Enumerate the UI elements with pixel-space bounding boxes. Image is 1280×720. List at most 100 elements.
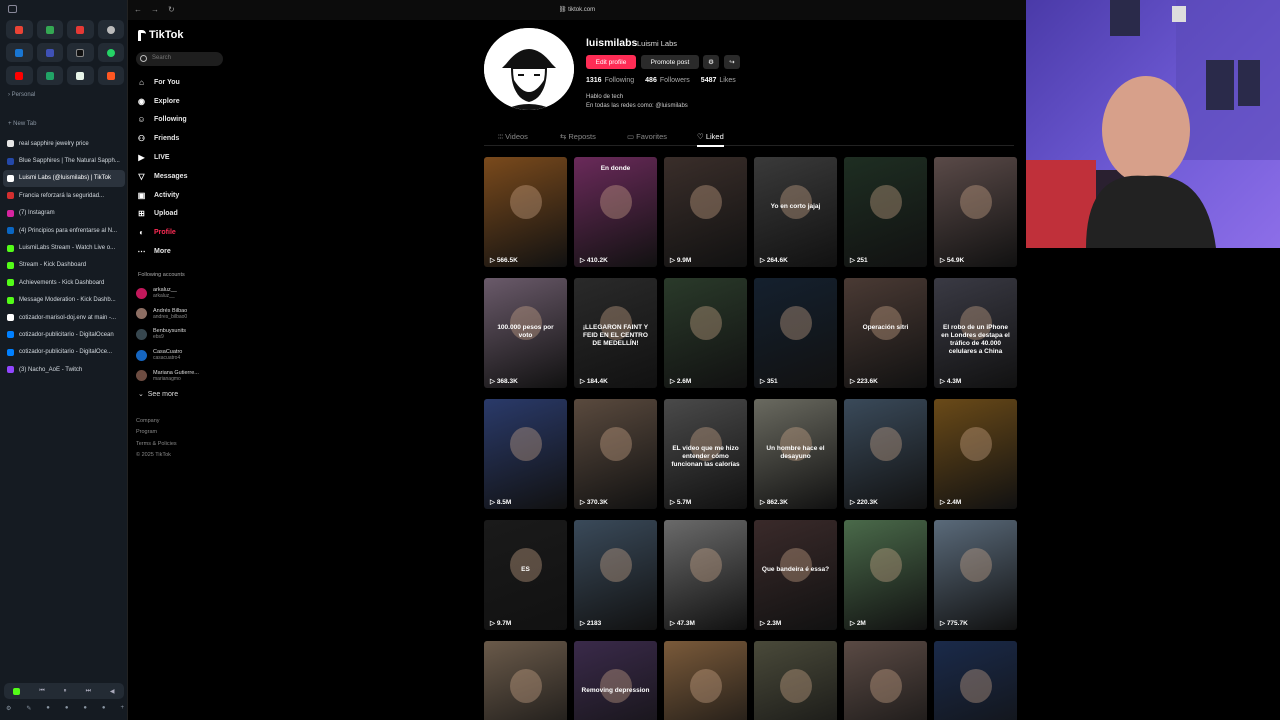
profile-avatar[interactable]	[484, 28, 574, 110]
pinned-tab[interactable]	[6, 66, 33, 85]
video-thumbnail[interactable]: Removing depression	[574, 641, 657, 720]
video-thumbnail[interactable]: ▷ 370.3K	[574, 399, 657, 509]
add-space-icon[interactable]: +	[120, 705, 124, 712]
footer-link[interactable]: Company	[136, 416, 177, 427]
promote-post-button[interactable]: Promote post	[641, 55, 699, 69]
pinned-tab[interactable]	[67, 66, 94, 85]
pinned-tab[interactable]	[6, 20, 33, 39]
following-account[interactable]: arkaluz__ arkaluz__	[136, 283, 228, 304]
video-thumbnail[interactable]: Que bandeira é essa? ▷ 2.3M	[754, 520, 837, 630]
nav-item[interactable]: ⌂ For You	[136, 73, 226, 92]
browser-tab[interactable]: Francia reforzará la seguridad...	[3, 187, 125, 204]
pinned-tab[interactable]	[97, 43, 124, 62]
browser-tab[interactable]: cotizador-marisol-doj.env at main -...	[3, 309, 125, 326]
video-thumbnail[interactable]	[844, 641, 927, 720]
space-dot-icon[interactable]: ●	[65, 705, 69, 712]
share-profile-button[interactable]: ↪	[724, 55, 740, 69]
video-thumbnail[interactable]: En donde ▷ 410.2K	[574, 157, 657, 267]
browser-tab[interactable]: LuismiLabs Stream - Watch Live o...	[3, 239, 125, 256]
following-account[interactable]: CasaCuatro casacuatro4	[136, 345, 228, 366]
pinned-tab[interactable]	[36, 43, 63, 62]
video-thumbnail[interactable]: ▷ 2.6M	[664, 278, 747, 388]
nav-item[interactable]: ◉ Explore	[136, 92, 226, 111]
following-account[interactable]: Andrés Bilbao andres_bilbao0	[136, 304, 228, 325]
browser-tab[interactable]: Blue Sapphires | The Natural Sapph...	[3, 152, 125, 169]
pinned-tab[interactable]	[36, 20, 63, 39]
pinned-tab[interactable]	[36, 66, 63, 85]
following-account[interactable]: Mariana Gutierre... marianagmo	[136, 365, 228, 386]
browser-tab[interactable]: Achievements - Kick Dashboard	[3, 274, 125, 291]
video-thumbnail[interactable]: ▷ 251	[844, 157, 927, 267]
sidebar-toggle-icon[interactable]	[8, 5, 17, 13]
followers-stat[interactable]: 486 Followers	[645, 77, 690, 84]
nav-item[interactable]: ☺ Following	[136, 111, 226, 130]
video-thumbnail[interactable]: El robo de un iPhone en Londres destapa …	[934, 278, 1017, 388]
browser-tab[interactable]: (4) Principios para enfrentarse al N...	[3, 222, 125, 239]
next-icon[interactable]: ⏭	[86, 688, 91, 695]
see-more-button[interactable]: ⌄ See more	[138, 390, 178, 398]
edit-profile-button[interactable]: Edit profile	[586, 55, 636, 69]
nav-item[interactable]: ▶ LIVE	[136, 148, 226, 167]
video-thumbnail[interactable]: ▷ 566.5K	[484, 157, 567, 267]
nav-item[interactable]: ▣ Activity	[136, 186, 226, 205]
pinned-tab[interactable]	[97, 20, 124, 39]
nav-item[interactable]: ⋯ More	[136, 242, 226, 261]
nav-item[interactable]: ▽ Messages	[136, 167, 226, 186]
search-input[interactable]: Search	[136, 52, 223, 66]
nav-item[interactable]: ⚇ Friends	[136, 129, 226, 148]
nav-item[interactable]: ◐ Profile	[136, 223, 226, 242]
edit-icon[interactable]: ✎	[26, 705, 31, 712]
footer-link[interactable]: Program	[136, 427, 177, 438]
footer-link[interactable]: Terms & Policies	[136, 439, 177, 450]
video-thumbnail[interactable]: ▷ 775.7K	[934, 520, 1017, 630]
browser-tab[interactable]: (7) Instagram	[3, 205, 125, 222]
pinned-tab[interactable]	[97, 66, 124, 85]
video-thumbnail[interactable]	[934, 641, 1017, 720]
video-thumbnail[interactable]	[664, 641, 747, 720]
browser-tab[interactable]: (3) Nacho_AoE - Twitch	[3, 361, 125, 378]
browser-tab[interactable]: Message Moderation - Kick Dashb...	[3, 292, 125, 309]
tab-videos[interactable]: ⦙⦙⦙ Videos	[498, 132, 528, 142]
pinned-tab[interactable]	[6, 43, 33, 62]
video-thumbnail[interactable]	[754, 641, 837, 720]
tab-favorites[interactable]: ▭ Favorites	[627, 132, 667, 141]
pinned-tab[interactable]	[67, 20, 94, 39]
settings-button[interactable]: ⚙	[703, 55, 719, 69]
video-thumbnail[interactable]: ▷ 54.9K	[934, 157, 1017, 267]
tab-liked[interactable]: ♡ Liked	[697, 132, 724, 147]
space-label[interactable]: › Personal	[8, 92, 35, 98]
video-thumbnail[interactable]: ▷ 351	[754, 278, 837, 388]
video-thumbnail[interactable]: ▷ 2.4M	[934, 399, 1017, 509]
nav-item[interactable]: ⊞ Upload	[136, 205, 226, 224]
tab-reposts[interactable]: ⇆ Reposts	[560, 132, 596, 141]
video-thumbnail[interactable]	[484, 641, 567, 720]
video-thumbnail[interactable]: ES ▷ 9.7M	[484, 520, 567, 630]
pause-icon[interactable]: ⏸	[64, 688, 67, 695]
following-stat[interactable]: 1316 Following	[586, 77, 634, 84]
browser-tab[interactable]: real sapphire jewelry price	[3, 135, 125, 152]
video-thumbnail[interactable]: ▷ 220.3K	[844, 399, 927, 509]
video-thumbnail[interactable]: 100.000 pesos por voto ▷ 368.3K	[484, 278, 567, 388]
video-thumbnail[interactable]: ▷ 8.5M	[484, 399, 567, 509]
video-thumbnail[interactable]: Un hombre hace el desayuno ▷ 862.3K	[754, 399, 837, 509]
url-bar[interactable]: ⛓ tiktok.com	[128, 6, 1026, 13]
browser-tab[interactable]: cotizador-publicitario - DigitalOcean	[3, 326, 125, 343]
settings-icon[interactable]: ⚙	[6, 705, 11, 712]
browser-tab[interactable]: cotizador-publicitario - DigitalOce...	[3, 344, 125, 361]
space-dot-icon[interactable]: ●	[46, 705, 50, 712]
pinned-tab[interactable]	[67, 43, 94, 62]
video-thumbnail[interactable]: Operación sitri ▷ 223.6K	[844, 278, 927, 388]
space-dot-icon[interactable]: ●	[102, 705, 106, 712]
video-thumbnail[interactable]: ¡LLEGARON FAINT Y FEID EN EL CENTRO DE M…	[574, 278, 657, 388]
tiktok-logo[interactable]: TikTok	[138, 29, 183, 41]
space-dot-icon[interactable]: ●	[83, 705, 87, 712]
volume-icon[interactable]: ◀	[110, 688, 115, 695]
previous-icon[interactable]: ⏮	[39, 688, 44, 695]
video-thumbnail[interactable]: ▷ 2M	[844, 520, 927, 630]
video-thumbnail[interactable]: ▷ 9.9M	[664, 157, 747, 267]
browser-tab[interactable]: Luismi Labs (@luismilabs) | TikTok	[3, 169, 125, 188]
video-thumbnail[interactable]: ▷ 2183	[574, 520, 657, 630]
new-tab-button[interactable]: + New Tab	[8, 121, 36, 127]
video-thumbnail[interactable]: Yo en corto jajaj ▷ 264.6K	[754, 157, 837, 267]
video-thumbnail[interactable]: EL video que me hizo entender cómo funci…	[664, 399, 747, 509]
